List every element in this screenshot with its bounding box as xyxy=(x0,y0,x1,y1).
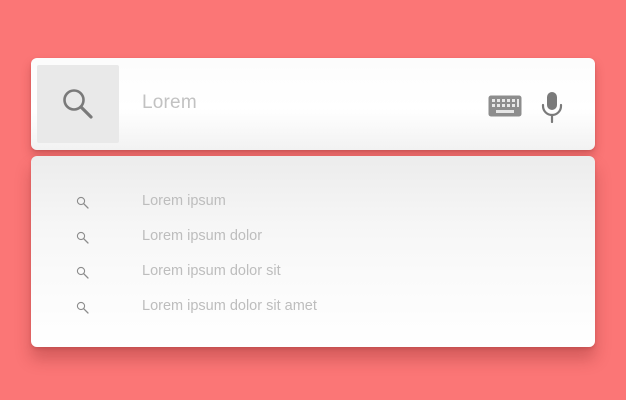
suggestion-label: Lorem ipsum dolor sit xyxy=(142,263,281,279)
search-icon xyxy=(76,301,89,314)
search-button[interactable] xyxy=(37,65,119,143)
search-bar: Lorem xyxy=(31,58,595,150)
suggestion-label: Lorem ipsum dolor xyxy=(142,228,263,244)
search-icon xyxy=(76,266,89,279)
microphone-icon[interactable] xyxy=(540,91,564,123)
suggestion-item[interactable]: Lorem ipsum dolor sit amet xyxy=(31,295,595,319)
search-icon xyxy=(63,89,93,119)
suggestion-label: Lorem ipsum dolor sit amet xyxy=(142,298,317,314)
search-icon xyxy=(76,231,89,244)
search-icon xyxy=(76,196,89,209)
suggestion-item[interactable]: Lorem ipsum dolor xyxy=(31,225,595,249)
suggestions-dropdown: Lorem ipsum Lorem ipsum dolor Lorem ipsu… xyxy=(31,156,595,347)
suggestion-item[interactable]: Lorem ipsum xyxy=(31,190,595,214)
suggestion-label: Lorem ipsum xyxy=(142,193,226,209)
keyboard-icon[interactable] xyxy=(488,95,522,117)
search-input[interactable]: Lorem xyxy=(142,92,197,114)
suggestion-item[interactable]: Lorem ipsum dolor sit xyxy=(31,260,595,284)
